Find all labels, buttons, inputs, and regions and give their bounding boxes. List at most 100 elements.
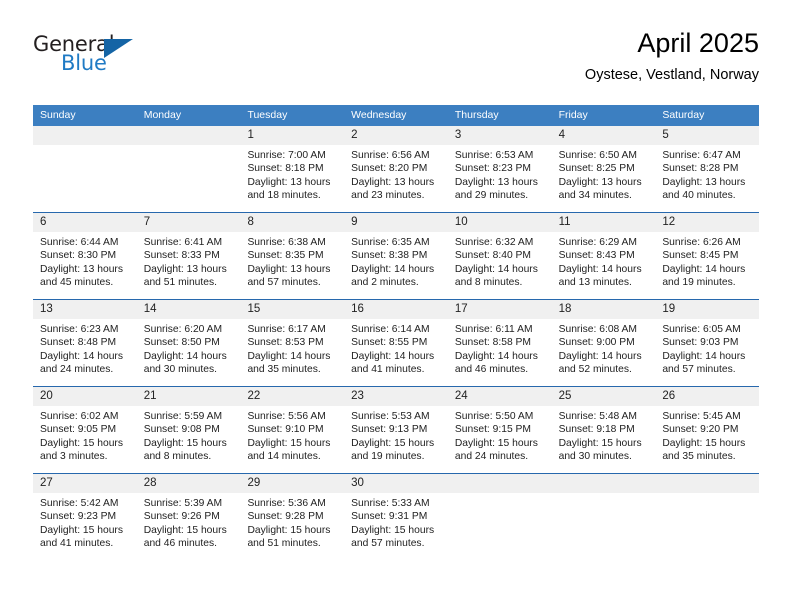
week-daynumber-band: 13 14 15 16 17 18 19 xyxy=(33,300,759,319)
day-number-25[interactable]: 25 xyxy=(552,387,656,406)
day-detail-line: Sunset: 8:43 PM xyxy=(558,250,635,262)
day-detail-line: Sunset: 9:18 PM xyxy=(558,424,635,436)
day-number-29[interactable]: 29 xyxy=(240,474,344,493)
day-cell-24[interactable]: Sunrise: 5:50 AM Sunset: 9:15 PM Daylight:… xyxy=(448,406,552,473)
day-number-16[interactable]: 16 xyxy=(344,300,448,319)
day-cell-25[interactable]: Sunrise: 5:48 AM Sunset: 9:18 PM Daylight:… xyxy=(552,406,656,473)
day-number-6[interactable]: 6 xyxy=(33,213,137,232)
day-cell-18[interactable]: Sunrise: 6:08 AM Sunset: 9:00 PM Daylight:… xyxy=(552,319,656,386)
day-number-17[interactable]: 17 xyxy=(448,300,552,319)
day-detail-line: and 3 minutes. xyxy=(40,450,108,462)
day-detail-line: Sunset: 8:50 PM xyxy=(143,337,220,349)
day-detail-line: Daylight: 13 hours xyxy=(662,176,746,188)
day-number-30[interactable]: 30 xyxy=(344,474,448,493)
day-detail-line: Daylight: 15 hours xyxy=(558,437,642,449)
day-detail-line: Daylight: 15 hours xyxy=(351,524,435,536)
day-cell-16[interactable]: Sunrise: 6:14 AM Sunset: 8:55 PM Daylight:… xyxy=(344,319,448,386)
day-cell-20[interactable]: Sunrise: 6:02 AM Sunset: 9:05 PM Daylight:… xyxy=(33,406,137,473)
day-detail-line: and 18 minutes. xyxy=(247,189,321,201)
day-cell-23[interactable]: Sunrise: 5:53 AM Sunset: 9:13 PM Daylight:… xyxy=(344,406,448,473)
day-detail-line: and 46 minutes. xyxy=(143,537,217,549)
day-cell-29[interactable]: Sunrise: 5:36 AM Sunset: 9:28 PM Daylight:… xyxy=(240,493,344,560)
calendar-week-row: 6 7 8 9 10 11 12 Sunrise: 6:44 AM Sunset: 8:30 P… xyxy=(33,212,759,299)
day-number-empty xyxy=(448,474,552,493)
day-detail-line: Daylight: 13 hours xyxy=(143,263,227,275)
day-cell-14[interactable]: Sunrise: 6:20 AM Sunset: 8:50 PM Daylight:… xyxy=(137,319,241,386)
day-detail-line: Sunset: 8:35 PM xyxy=(247,250,324,262)
day-number-4[interactable]: 4 xyxy=(552,126,656,145)
day-number-2[interactable]: 2 xyxy=(344,126,448,145)
day-number-3[interactable]: 3 xyxy=(448,126,552,145)
day-cell-27[interactable]: Sunrise: 5:42 AM Sunset: 9:23 PM Daylight:… xyxy=(33,493,137,560)
day-detail-line: Daylight: 14 hours xyxy=(351,350,435,362)
day-cell-1[interactable]: Sunrise: 7:00 AM Sunset: 8:18 PM Daylight:… xyxy=(240,145,344,212)
day-number-18[interactable]: 18 xyxy=(552,300,656,319)
day-cell-13[interactable]: Sunrise: 6:23 AM Sunset: 8:48 PM Daylight:… xyxy=(33,319,137,386)
day-number-empty xyxy=(655,474,759,493)
day-number-5[interactable]: 5 xyxy=(655,126,759,145)
day-number-26[interactable]: 26 xyxy=(655,387,759,406)
day-number-8[interactable]: 8 xyxy=(240,213,344,232)
day-number-10[interactable]: 10 xyxy=(448,213,552,232)
day-detail-line: Sunset: 8:38 PM xyxy=(351,250,428,262)
day-detail-line: Daylight: 14 hours xyxy=(454,263,538,275)
day-cell-empty xyxy=(137,145,241,212)
day-cell-6[interactable]: Sunrise: 6:44 AM Sunset: 8:30 PM Daylight:… xyxy=(33,232,137,299)
day-detail-line: and 29 minutes. xyxy=(454,189,529,201)
day-cell-15[interactable]: Sunrise: 6:17 AM Sunset: 8:53 PM Daylight:… xyxy=(240,319,344,386)
day-number-14[interactable]: 14 xyxy=(137,300,241,319)
weekday-header-row: Sunday Monday Tuesday Wednesday Thursday Frid… xyxy=(33,105,759,126)
day-detail-line: Sunrise: 6:50 AM xyxy=(558,150,638,161)
day-cell-22[interactable]: Sunrise: 5:56 AM Sunset: 9:10 PM Daylight:… xyxy=(240,406,344,473)
day-detail-line: Sunset: 9:08 PM xyxy=(143,424,220,436)
day-detail-line: Sunrise: 6:17 AM xyxy=(247,324,326,335)
day-cell-4[interactable]: Sunrise: 6:50 AM Sunset: 8:25 PM Daylight:… xyxy=(552,145,656,212)
day-number-1[interactable]: 1 xyxy=(240,126,344,145)
day-cell-30[interactable]: Sunrise: 5:33 AM Sunset: 9:31 PM Daylight:… xyxy=(344,493,448,560)
day-detail-line: Daylight: 15 hours xyxy=(143,524,227,536)
day-cell-11[interactable]: Sunrise: 6:29 AM Sunset: 8:43 PM Daylight:… xyxy=(552,232,656,299)
general-blue-logo: General Blue xyxy=(33,32,148,78)
day-detail-line: Sunset: 8:18 PM xyxy=(247,163,324,175)
day-number-24[interactable]: 24 xyxy=(448,387,552,406)
day-cell-2[interactable]: Sunrise: 6:56 AM Sunset: 8:20 PM Daylight:… xyxy=(344,145,448,212)
day-cell-7[interactable]: Sunrise: 6:41 AM Sunset: 8:33 PM Daylight:… xyxy=(137,232,241,299)
day-number-21[interactable]: 21 xyxy=(137,387,241,406)
day-cell-19[interactable]: Sunrise: 6:05 AM Sunset: 9:03 PM Daylight:… xyxy=(655,319,759,386)
day-cell-8[interactable]: Sunrise: 6:38 AM Sunset: 8:35 PM Daylight:… xyxy=(240,232,344,299)
day-number-9[interactable]: 9 xyxy=(344,213,448,232)
day-cell-12[interactable]: Sunrise: 6:26 AM Sunset: 8:45 PM Daylight:… xyxy=(655,232,759,299)
day-number-19[interactable]: 19 xyxy=(655,300,759,319)
day-number-11[interactable]: 11 xyxy=(552,213,656,232)
day-number-15[interactable]: 15 xyxy=(240,300,344,319)
day-cell-5[interactable]: Sunrise: 6:47 AM Sunset: 8:28 PM Daylight:… xyxy=(655,145,759,212)
day-cell-17[interactable]: Sunrise: 6:11 AM Sunset: 8:58 PM Daylight:… xyxy=(448,319,552,386)
day-number-13[interactable]: 13 xyxy=(33,300,137,319)
day-detail-line: Sunset: 8:20 PM xyxy=(351,163,428,175)
day-number-12[interactable]: 12 xyxy=(655,213,759,232)
day-detail-line: Sunrise: 6:35 AM xyxy=(351,237,430,248)
day-cell-10[interactable]: Sunrise: 6:32 AM Sunset: 8:40 PM Daylight:… xyxy=(448,232,552,299)
day-detail-line: Sunrise: 5:36 AM xyxy=(247,498,326,509)
day-detail-line: Daylight: 15 hours xyxy=(454,437,538,449)
day-detail-line: and 41 minutes. xyxy=(40,537,114,549)
day-detail-line: Daylight: 14 hours xyxy=(351,263,435,275)
day-number-23[interactable]: 23 xyxy=(344,387,448,406)
day-cell-3[interactable]: Sunrise: 6:53 AM Sunset: 8:23 PM Daylight:… xyxy=(448,145,552,212)
weekday-header-saturday: Saturday xyxy=(662,109,705,121)
day-detail-line: Daylight: 13 hours xyxy=(351,176,435,188)
day-number-22[interactable]: 22 xyxy=(240,387,344,406)
day-number-20[interactable]: 20 xyxy=(33,387,137,406)
day-number-27[interactable]: 27 xyxy=(33,474,137,493)
day-cell-9[interactable]: Sunrise: 6:35 AM Sunset: 8:38 PM Daylight:… xyxy=(344,232,448,299)
day-cell-26[interactable]: Sunrise: 5:45 AM Sunset: 9:20 PM Daylight:… xyxy=(655,406,759,473)
day-number-28[interactable]: 28 xyxy=(137,474,241,493)
day-cell-21[interactable]: Sunrise: 5:59 AM Sunset: 9:08 PM Daylight:… xyxy=(137,406,241,473)
day-cell-28[interactable]: Sunrise: 5:39 AM Sunset: 9:26 PM Daylight:… xyxy=(137,493,241,560)
day-detail-line: Sunset: 9:31 PM xyxy=(351,511,428,523)
page-title: April 2025 xyxy=(637,28,759,58)
day-detail-line: Sunset: 9:20 PM xyxy=(662,424,739,436)
day-detail-line: and 41 minutes. xyxy=(351,363,425,375)
day-detail-line: Sunrise: 6:41 AM xyxy=(143,237,223,248)
day-number-7[interactable]: 7 xyxy=(137,213,241,232)
